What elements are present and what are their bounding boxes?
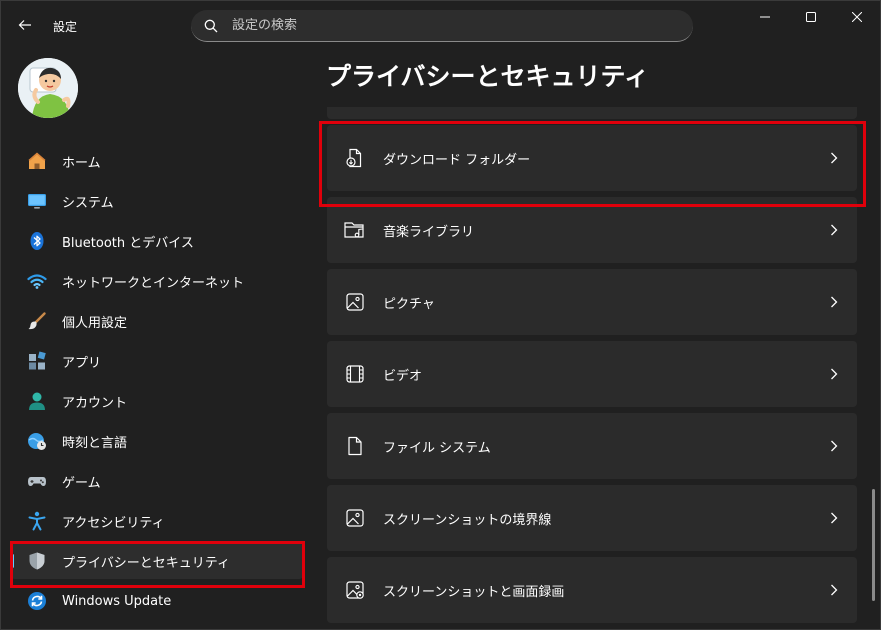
sidebar-item-label: アクセシビリティ (62, 515, 165, 531)
maximize-icon (806, 12, 816, 22)
sidebar-item-windows-update[interactable]: Windows Update (11, 583, 303, 619)
sidebar-item-apps[interactable]: アプリ (11, 343, 303, 379)
card-videos[interactable]: ビデオ (327, 341, 857, 407)
chevron-right-icon (829, 294, 839, 310)
sidebar-item-accounts[interactable]: アカウント (11, 383, 303, 419)
wifi-icon (27, 271, 47, 291)
maximize-button[interactable] (788, 1, 834, 33)
sidebar-item-personalization[interactable]: 個人用設定 (11, 303, 303, 339)
accessibility-icon (27, 511, 47, 531)
time-language-icon (27, 431, 47, 451)
sidebar-item-label: アカウント (62, 395, 128, 411)
chevron-right-icon (829, 222, 839, 238)
sidebar-item-time-language[interactable]: 時刻と言語 (11, 423, 303, 459)
sidebar-item-label: システム (62, 195, 114, 211)
back-button[interactable] (11, 13, 39, 37)
highlight-box-sidebar (10, 541, 305, 588)
minimize-icon (760, 16, 770, 18)
brush-icon (27, 311, 47, 331)
sidebar-item-home[interactable]: ホーム (11, 143, 303, 179)
sidebar-item-label: ホーム (62, 155, 101, 171)
apps-icon (27, 351, 47, 371)
card-label: ファイル システム (383, 440, 491, 456)
sidebar-item-label: ゲーム (62, 475, 101, 491)
chevron-right-icon (829, 366, 839, 382)
user-avatar[interactable] (18, 58, 78, 118)
card-label: ビデオ (383, 368, 423, 384)
gamepad-icon (27, 471, 47, 491)
chevron-right-icon (829, 582, 839, 598)
sidebar-item-label: Windows Update (62, 593, 172, 609)
highlight-box-downloads (319, 121, 866, 207)
card-label: スクリーンショットと画面録画 (383, 584, 565, 600)
title-bar: 設定 (1, 1, 880, 49)
music-folder-icon (344, 219, 366, 241)
close-icon (852, 12, 862, 22)
sidebar-item-system[interactable]: システム (11, 183, 303, 219)
sidebar-item-label: アプリ (62, 355, 102, 371)
card-label: 音楽ライブラリ (383, 224, 475, 240)
card-screenshot-borders[interactable]: スクリーンショットの境界線 (327, 485, 857, 551)
card-label: ピクチャ (383, 296, 435, 312)
chevron-right-icon (829, 438, 839, 454)
user-avatar-illustration (18, 58, 78, 118)
back-arrow-icon (18, 20, 31, 30)
sidebar-item-accessibility[interactable]: アクセシビリティ (11, 503, 303, 539)
card-label: スクリーンショットの境界線 (383, 512, 552, 528)
file-icon (344, 435, 366, 457)
screen-recording-icon (344, 579, 366, 601)
sidebar-item-network[interactable]: ネットワークとインターネット (11, 263, 303, 299)
sidebar-item-label: ネットワークとインターネット (62, 275, 245, 291)
page-title: プライバシーとセキュリティ (326, 62, 650, 91)
minimize-button[interactable] (742, 1, 788, 33)
card-screenshots-recording[interactable]: スクリーンショットと画面録画 (327, 557, 857, 623)
card-pictures[interactable]: ピクチャ (327, 269, 857, 335)
account-icon (27, 391, 47, 411)
video-icon (344, 363, 366, 385)
app-title: 設定 (53, 20, 78, 34)
card-file-system[interactable]: ファイル システム (327, 413, 857, 479)
sidebar-item-label: 時刻と言語 (62, 435, 128, 451)
close-button[interactable] (834, 1, 880, 33)
update-icon (27, 591, 47, 611)
sidebar-item-label: Bluetooth とデバイス (62, 235, 194, 251)
chevron-right-icon (829, 510, 839, 526)
system-icon (27, 191, 47, 211)
settings-window: 設定 設定の検索 ホーム システム Bluetooth とデバイス ネットワーク… (0, 0, 881, 630)
picture-icon (344, 291, 366, 313)
sidebar-item-bluetooth[interactable]: Bluetooth とデバイス (11, 223, 303, 259)
search-input[interactable] (232, 18, 672, 33)
scrollbar-thumb[interactable] (872, 489, 875, 601)
sidebar-item-label: 個人用設定 (62, 315, 128, 331)
search-box[interactable] (191, 10, 693, 42)
bluetooth-icon (27, 231, 47, 251)
screenshot-border-icon (344, 507, 366, 529)
sidebar-item-gaming[interactable]: ゲーム (11, 463, 303, 499)
list-top-card-edge (327, 107, 857, 119)
search-icon (203, 18, 219, 34)
window-controls (742, 1, 880, 33)
home-icon (27, 151, 47, 171)
